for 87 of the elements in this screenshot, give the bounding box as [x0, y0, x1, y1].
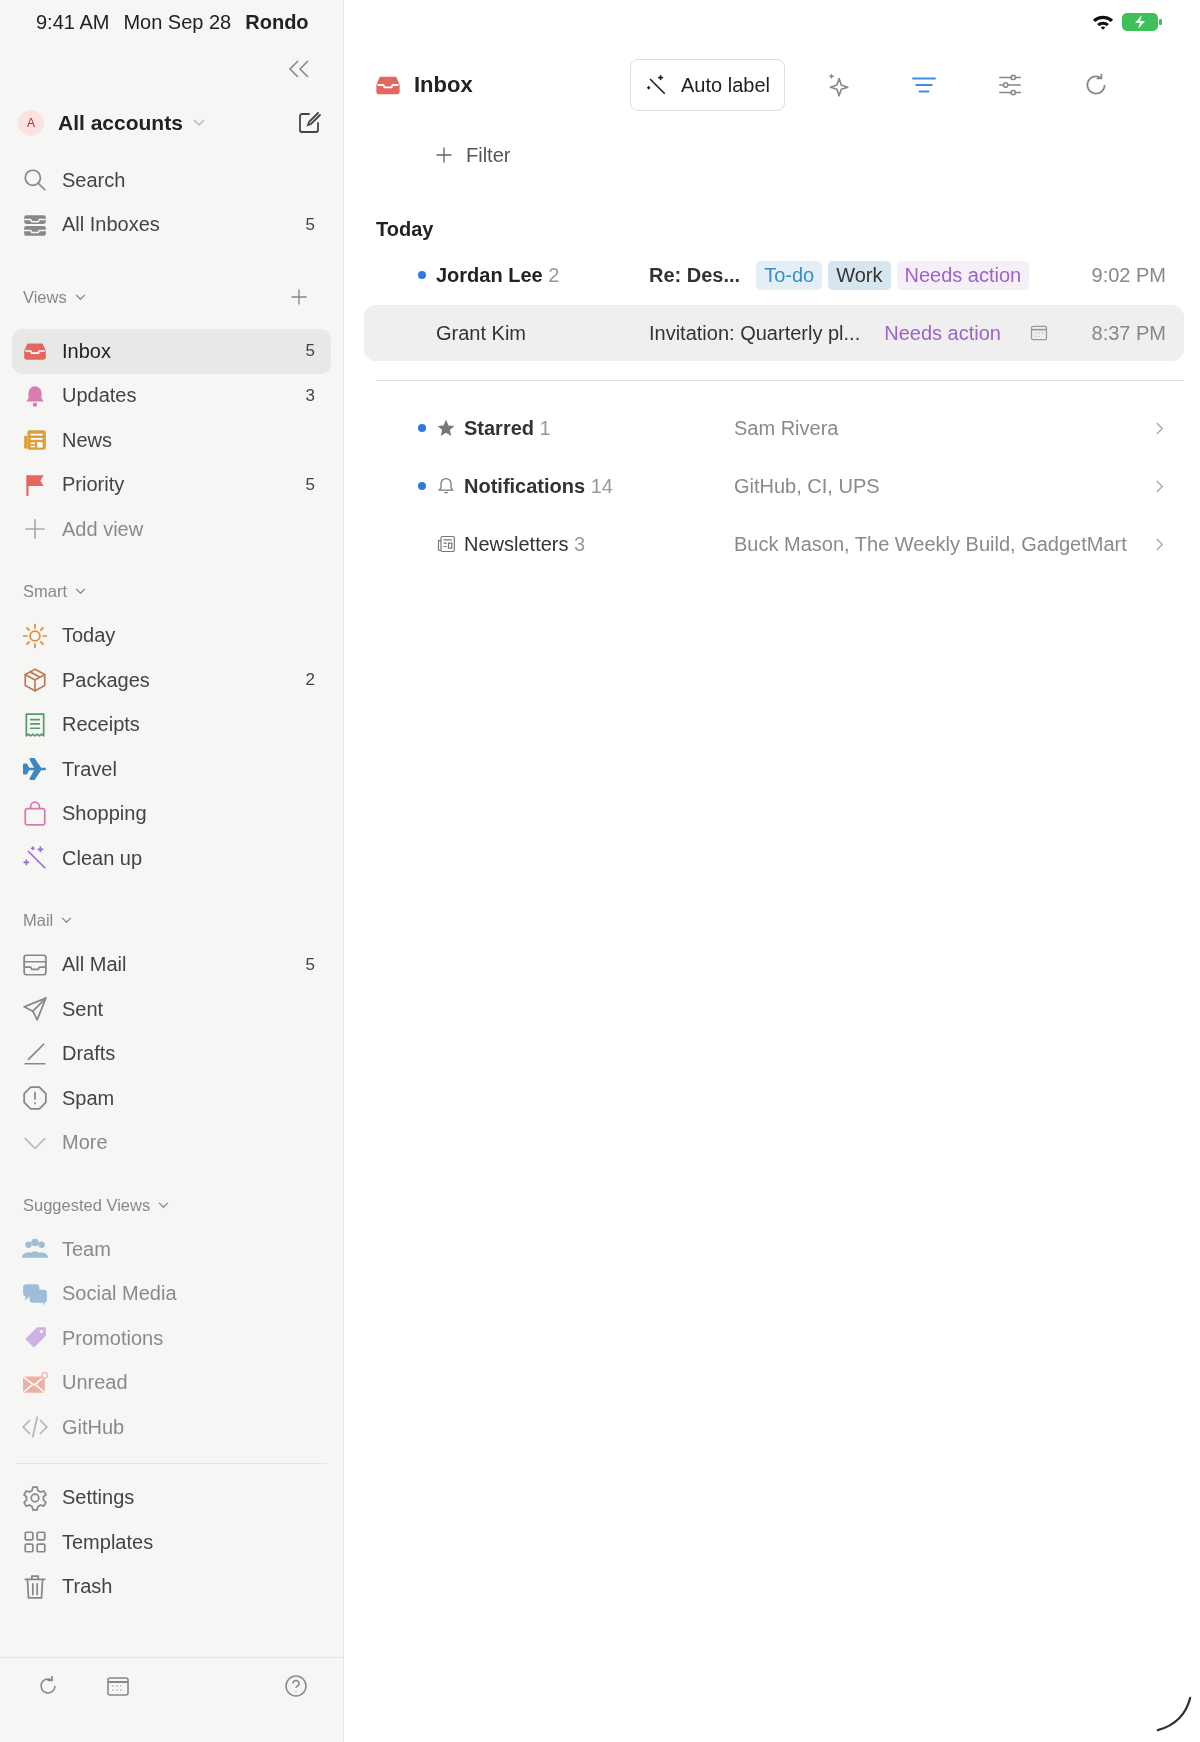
sidebar-item[interactable]: Receipts	[12, 702, 331, 747]
sidebar-item[interactable]: Trash	[12, 1564, 331, 1609]
group-title: Today	[376, 217, 435, 242]
sidebar-item[interactable]: News	[12, 418, 331, 463]
envelope-icon	[22, 1369, 48, 1396]
sidebar-item[interactable]: Drafts	[12, 1031, 331, 1076]
sender-name: Jordan Lee 2	[436, 263, 561, 287]
sidebar-item[interactable]: Travel	[12, 747, 331, 792]
package-icon	[22, 667, 48, 694]
email-row[interactable]: Jordan Lee 2 Re: Des... To-do Work Needs action 9:02 PM	[364, 247, 1184, 303]
pencil-icon	[22, 1040, 48, 1067]
sidebar-item[interactable]: Clean up	[12, 836, 331, 881]
sidebar-item[interactable]: Sent	[12, 987, 331, 1032]
chevron-down-icon[interactable]	[158, 1201, 170, 1209]
label-tag: Work	[828, 260, 891, 290]
email-subject: Re: Des...	[649, 263, 741, 287]
sender-name: Grant Kim	[436, 321, 528, 345]
help-icon[interactable]	[284, 1674, 308, 1698]
email-subject: Invitation: Quarterly pl...	[649, 321, 861, 345]
warning-icon	[22, 1085, 48, 1112]
chevron-down-icon[interactable]	[74, 293, 86, 301]
bundle-row[interactable]: Starred 1 Sam Rivera	[364, 399, 1184, 457]
bell-icon	[436, 476, 456, 496]
chevron-right-icon	[1155, 478, 1164, 494]
bundle-senders: Sam Rivera	[734, 416, 839, 440]
sun-icon	[22, 622, 48, 649]
send-icon	[22, 996, 48, 1023]
email-time: 9:02 PM	[1091, 263, 1166, 287]
grid-icon	[22, 1529, 48, 1556]
sidebar-item[interactable]: Search	[12, 158, 331, 203]
sidebar-item[interactable]: All Inboxes 5	[12, 202, 331, 247]
plus-icon[interactable]	[289, 287, 309, 307]
sidebar-item[interactable]: Updates 3	[12, 373, 331, 418]
app-name: Rondo	[245, 11, 309, 34]
chevron-down-icon[interactable]	[61, 917, 73, 924]
label-tag: To-do	[756, 260, 823, 290]
sidebar-item[interactable]: Spam	[12, 1076, 331, 1121]
trash-icon	[22, 1573, 48, 1600]
bundle-label: Newsletters 3	[464, 532, 587, 556]
settings-icon	[22, 1484, 48, 1511]
search-icon	[22, 167, 48, 194]
sidebar-item[interactable]: Priority 5	[12, 462, 331, 507]
chevron-down-icon[interactable]	[192, 119, 205, 127]
label-tag: Needs action	[876, 318, 1009, 348]
email-row[interactable]: Grant Kim Invitation: Quarterly pl... Needs action 8:37 PM	[364, 305, 1184, 361]
auto-label-button[interactable]: Auto label	[630, 59, 785, 111]
sidebar-item[interactable]: Shopping	[12, 791, 331, 836]
bundle-label: Notifications 14	[464, 474, 614, 498]
label-tag: Needs action	[896, 260, 1030, 290]
account-avatar: A	[18, 110, 44, 136]
bundle-senders: Buck Mason, The Weekly Build, GadgetMart	[734, 532, 1127, 556]
chevron-down-icon[interactable]	[75, 588, 86, 595]
email-time: 8:37 PM	[1091, 321, 1166, 345]
magic-wand-icon	[645, 74, 667, 96]
chevron-right-icon	[1155, 536, 1164, 552]
newspaper-icon	[436, 534, 456, 554]
bundle-row[interactable]: Notifications 14 GitHub, CI, UPS	[364, 457, 1184, 515]
battery-icon	[1122, 12, 1162, 32]
wifi-icon	[1092, 13, 1114, 31]
archive-tray-icon	[22, 951, 48, 978]
chevron-right-icon	[1155, 420, 1164, 436]
shopping-bag-icon	[22, 800, 48, 827]
page-title: Inbox	[414, 72, 474, 98]
bundle-senders: GitHub, CI, UPS	[734, 474, 880, 498]
magic-wand-icon	[22, 845, 48, 872]
bundle-row[interactable]: Newsletters 3 Buck Mason, The Weekly Build, GadgetMart	[364, 515, 1184, 573]
compose-icon[interactable]	[297, 111, 321, 135]
sidebar-item[interactable]: Packages 2	[12, 658, 331, 703]
plus-icon	[434, 145, 454, 165]
code-icon	[22, 1414, 48, 1441]
sidebar-item[interactable]: Settings	[12, 1475, 331, 1520]
star-icon	[436, 418, 456, 438]
status-date: Mon Sep 28	[123, 11, 232, 34]
account-switcher[interactable]: All accounts	[58, 111, 183, 135]
corner-stroke-icon	[1156, 1696, 1192, 1732]
collapse-sidebar-icon[interactable]	[288, 60, 310, 78]
sidebar-item[interactable]: Inbox 5	[12, 329, 331, 374]
sidebar-item[interactable]: Today	[12, 613, 331, 658]
add-filter-button[interactable]: Filter	[434, 135, 511, 175]
calendar-icon[interactable]	[106, 1674, 130, 1698]
sidebar-item[interactable]: All Mail 5	[12, 942, 331, 987]
receipt-icon	[22, 711, 48, 738]
bundle-label: Starred 1	[464, 416, 552, 440]
sliders-icon[interactable]	[996, 72, 1023, 98]
airplane-icon	[22, 756, 48, 783]
status-time: 9:41 AM	[36, 11, 110, 34]
sidebar-item[interactable]: Templates	[12, 1520, 331, 1565]
